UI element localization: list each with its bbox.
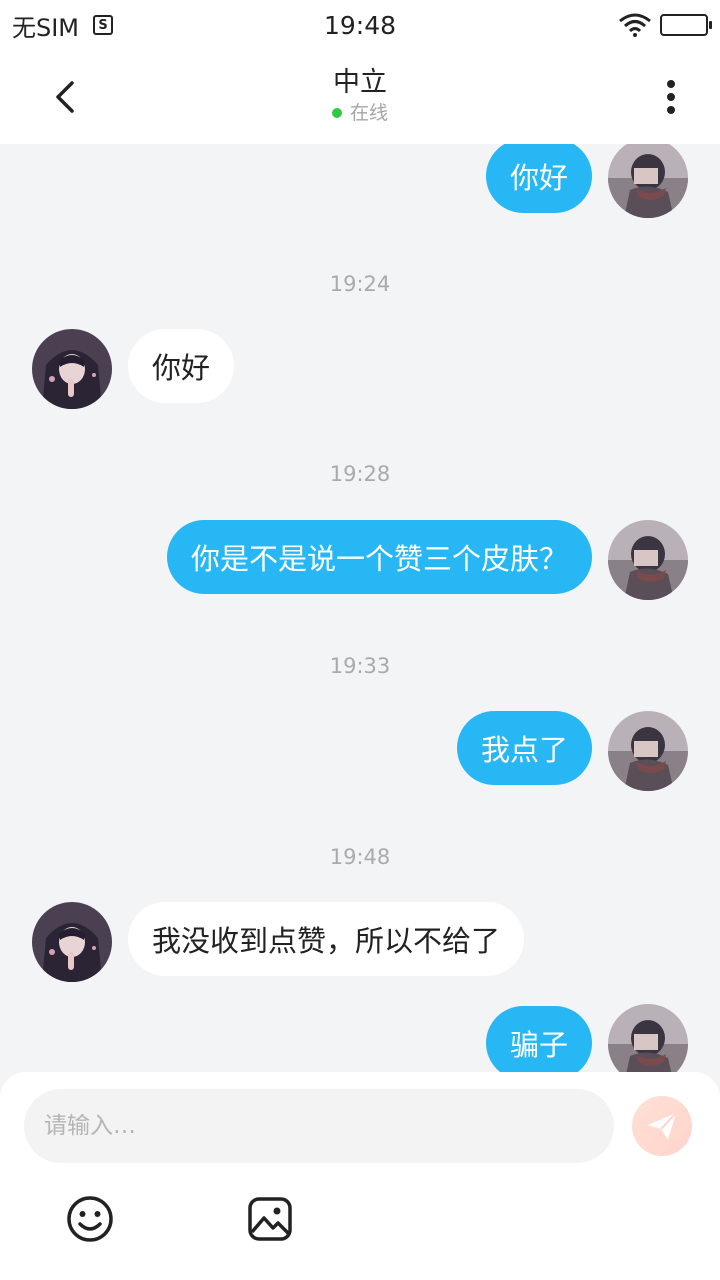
message-input[interactable] bbox=[24, 1089, 614, 1163]
incoming-message[interactable]: 我没收到点赞，所以不给了 bbox=[128, 902, 525, 976]
smiley-icon bbox=[67, 1196, 113, 1242]
vertical-dots-icon bbox=[667, 80, 675, 114]
paper-plane-icon bbox=[648, 1112, 677, 1140]
emoji-button[interactable] bbox=[66, 1195, 114, 1243]
outgoing-message[interactable]: 我点了 bbox=[456, 711, 592, 785]
online-dot-icon bbox=[331, 108, 342, 118]
contact-name: 中立 bbox=[333, 67, 387, 98]
outgoing-message[interactable]: 你好 bbox=[485, 144, 592, 213]
message-timestamp: 19:48 bbox=[329, 845, 391, 869]
online-status: 在线 bbox=[331, 100, 388, 126]
my-avatar[interactable] bbox=[608, 1004, 688, 1074]
battery-icon bbox=[660, 14, 712, 36]
my-avatar[interactable] bbox=[608, 711, 688, 791]
send-button[interactable] bbox=[632, 1096, 692, 1156]
incoming-message[interactable]: 你好 bbox=[128, 329, 235, 403]
composer-panel bbox=[0, 1072, 720, 1280]
outgoing-message[interactable]: 你是不是说一个赞三个皮肤？ bbox=[166, 520, 592, 594]
contact-avatar[interactable] bbox=[32, 329, 112, 409]
wifi-icon bbox=[619, 13, 651, 37]
image-picker-button[interactable] bbox=[246, 1195, 294, 1243]
sim-card-icon: S bbox=[93, 15, 114, 35]
my-avatar[interactable] bbox=[608, 520, 688, 600]
message-timestamp: 19:33 bbox=[329, 654, 391, 678]
message-timestamp: 19:24 bbox=[329, 272, 391, 296]
contact-info: 中立 在线 bbox=[0, 66, 720, 126]
status-bar: 无SIM S 19:48 bbox=[0, 0, 720, 50]
message-list[interactable]: 你好 19:24 你好 19:28 你是不是说一个赞三个皮肤？ 19:33 我点… bbox=[0, 144, 720, 1074]
outgoing-message[interactable]: 骗子 bbox=[485, 1006, 592, 1074]
image-icon bbox=[248, 1197, 292, 1241]
chat-header: 中立 在线 bbox=[0, 50, 720, 144]
contact-avatar[interactable] bbox=[32, 902, 112, 982]
message-timestamp: 19:28 bbox=[329, 462, 391, 486]
my-avatar[interactable] bbox=[608, 144, 688, 218]
carrier-label: 无SIM bbox=[12, 13, 80, 42]
online-status-label: 在线 bbox=[349, 102, 388, 124]
more-options-button[interactable] bbox=[646, 72, 696, 122]
